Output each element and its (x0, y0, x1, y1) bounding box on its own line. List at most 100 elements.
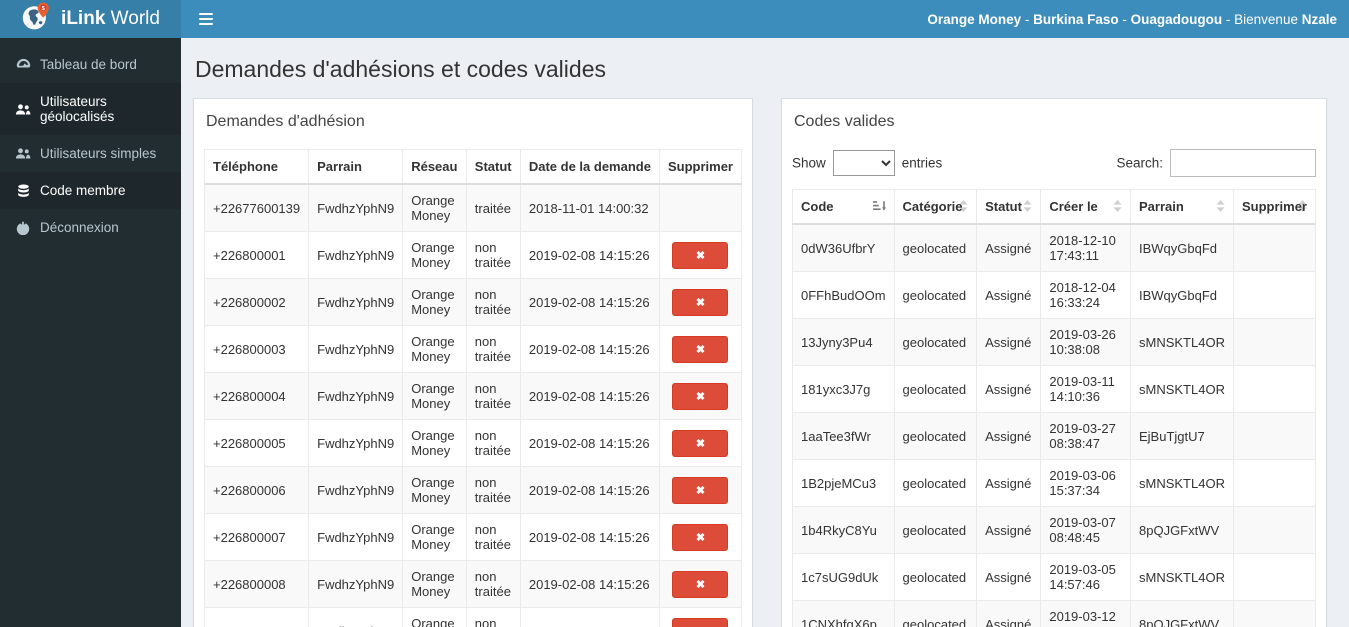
table-row: +226800006 FwdhzYphN9 Orange Money non trai… (203, 466, 743, 514)
table-row: 0FFhBudOOm geolocated Assigné 2018-12-04 16… (792, 271, 1317, 319)
cell-parrain: 8pQJGFxtWV (1130, 600, 1234, 627)
cell-code: 0FFhBudOOm (792, 271, 895, 319)
codes-header-parrain[interactable]: Parrain (1130, 189, 1234, 225)
demandes-panel-title: Demandes d'adhésion (206, 113, 365, 130)
codes-header-categorie[interactable]: Catégorie (893, 189, 978, 225)
cell-reseau: Orange Money (402, 325, 467, 373)
codes-panel: Codes valides Show entries Search: Code Ca… (781, 98, 1327, 627)
demandes-header-statut: Statut (465, 149, 521, 185)
cell-code: 181yxc3J7g (792, 365, 895, 413)
search-control: Search: (1116, 149, 1316, 177)
cell-statut: Assigné (976, 459, 1042, 507)
cell-code: 1B2pjeMCu3 (792, 459, 895, 507)
codes-table: Code Catégorie Statut Créer le Parrain Suppri… (792, 189, 1317, 627)
sidebar-item-utilisateurs-geolocalises[interactable]: Utilisateurs géolocalisés (0, 83, 181, 135)
delete-button[interactable]: ✖ (672, 288, 729, 316)
x-icon: ✖ (695, 531, 706, 544)
brand-logo[interactable]: $ iLink World (0, 0, 181, 38)
codes-header-creer-le[interactable]: Créer le (1040, 189, 1131, 225)
cell-code: 1c7sUG9dUk (792, 553, 895, 601)
delete-button[interactable]: ✖ (672, 429, 729, 457)
cell-supprimer: ✖ (658, 607, 743, 627)
cell-parrain: 8pQJGFxtWV (1130, 506, 1234, 554)
x-icon: ✖ (695, 390, 706, 403)
delete-button[interactable]: ✖ (672, 523, 729, 551)
user-banner-text: - (1222, 11, 1235, 27)
cell-statut: Assigné (976, 600, 1042, 627)
x-icon: ✖ (695, 249, 706, 262)
cell-reseau: Orange Money (402, 419, 467, 467)
cell-supprimer (1232, 553, 1317, 601)
cell-statut: non traitée (465, 560, 521, 608)
database-icon (15, 184, 31, 198)
sidebar-item-tableau-de-bord[interactable]: Tableau de bord (0, 46, 181, 83)
sidebar-item-label: Utilisateurs simples (40, 146, 157, 161)
page-title: Demandes d'adhésions et codes valides (195, 56, 606, 82)
codes-header-code[interactable]: Code (792, 189, 895, 225)
codes-header-supprimer[interactable]: Supprimer (1232, 189, 1317, 225)
sidebar-item-utilisateurs-simples[interactable]: Utilisateurs simples (0, 135, 181, 172)
x-icon: ✖ (695, 296, 706, 309)
cell-supprimer: ✖ (658, 513, 743, 561)
cell-creer_le: 2018-12-10 17:43:11 (1040, 223, 1131, 272)
cell-creer_le: 2019-03-06 15:37:34 (1040, 459, 1131, 507)
cell-statut: non traitée (465, 419, 521, 467)
delete-button[interactable]: ✖ (672, 617, 729, 627)
cell-categorie: geolocated (893, 318, 978, 366)
delete-button[interactable]: ✖ (672, 382, 729, 410)
cell-parrain: sMNSKTL4OR (1130, 553, 1234, 601)
cell-statut: Assigné (976, 412, 1042, 460)
cell-reseau: Orange Money (402, 513, 467, 561)
cell-statut: Assigné (976, 223, 1042, 272)
content-area: Demandes d'adhésions et codes valides De… (181, 38, 1349, 627)
table-row: +226800003 FwdhzYphN9 Orange Money non trai… (203, 325, 743, 373)
delete-button[interactable]: ✖ (672, 241, 729, 269)
cell-categorie: geolocated (893, 223, 978, 272)
cell-supprimer: ✖ (658, 231, 743, 279)
search-input[interactable] (1170, 149, 1316, 177)
cell-statut: Assigné (976, 506, 1042, 554)
cell-supprimer: ✖ (658, 372, 743, 420)
users-icon (15, 147, 31, 160)
cell-categorie: geolocated (893, 506, 978, 554)
cell-parrain: FwdhzYphN9 (308, 560, 404, 608)
cell-supprimer (1232, 223, 1317, 272)
delete-button[interactable]: ✖ (672, 476, 729, 504)
demandes-header-reseau: Réseau (402, 149, 467, 185)
table-row: 1b4RkyC8Yu geolocated Assigné 2019-03-07 08… (792, 506, 1317, 554)
cell-telephone: +226800006 (203, 466, 310, 514)
table-row: 181yxc3J7g geolocated Assigné 2019-03-11 14… (792, 365, 1317, 413)
delete-button[interactable]: ✖ (672, 570, 729, 598)
cell-reseau: Orange Money (402, 372, 467, 420)
top-navbar: Orange Money - Burkina Faso - Ouagadougo… (181, 0, 1349, 38)
delete-button[interactable]: ✖ (672, 335, 729, 363)
cell-creer_le: 2019-03-07 08:48:45 (1040, 506, 1131, 554)
user-banner-text: - (1021, 11, 1034, 27)
users-icon (15, 103, 31, 116)
cell-date: 2019-02-08 14:15:26 (519, 466, 660, 514)
cell-categorie: geolocated (893, 600, 978, 627)
x-icon: ✖ (695, 578, 706, 591)
cell-supprimer: ✖ (658, 466, 743, 514)
cell-creer_le: 2019-03-27 08:38:47 (1040, 412, 1131, 460)
x-icon: ✖ (695, 343, 706, 356)
table-row: 1B2pjeMCu3 geolocated Assigné 2019-03-06 15… (792, 459, 1317, 507)
page-size-select[interactable] (832, 150, 895, 176)
table-row: +226800001 FwdhzYphN9 Orange Money non trai… (203, 231, 743, 279)
cell-parrain: FwdhzYphN9 (308, 325, 404, 373)
cell-telephone: +226800002 (203, 278, 310, 326)
cell-code: 13Jyny3Pu4 (792, 318, 895, 366)
cell-supprimer (658, 183, 743, 232)
user-banner-text: Bienvenue (1234, 11, 1302, 27)
sidebar-toggle-button[interactable] (194, 7, 218, 32)
sidebar-item-code-membre[interactable]: Code membre (0, 172, 181, 209)
cell-reseau: Orange Money (402, 607, 467, 627)
cell-creer_le: 2018-12-04 16:33:24 (1040, 271, 1131, 319)
cell-reseau: Orange Money (402, 278, 467, 326)
cell-parrain: FwdhzYphN9 (308, 513, 404, 561)
cell-supprimer (1232, 318, 1317, 366)
cell-code: 1aaTee3fWr (792, 412, 895, 460)
codes-header-statut[interactable]: Statut (976, 189, 1042, 225)
sidebar-item-deconnexion[interactable]: Déconnexion (0, 209, 181, 246)
cell-telephone: +226800005 (203, 419, 310, 467)
